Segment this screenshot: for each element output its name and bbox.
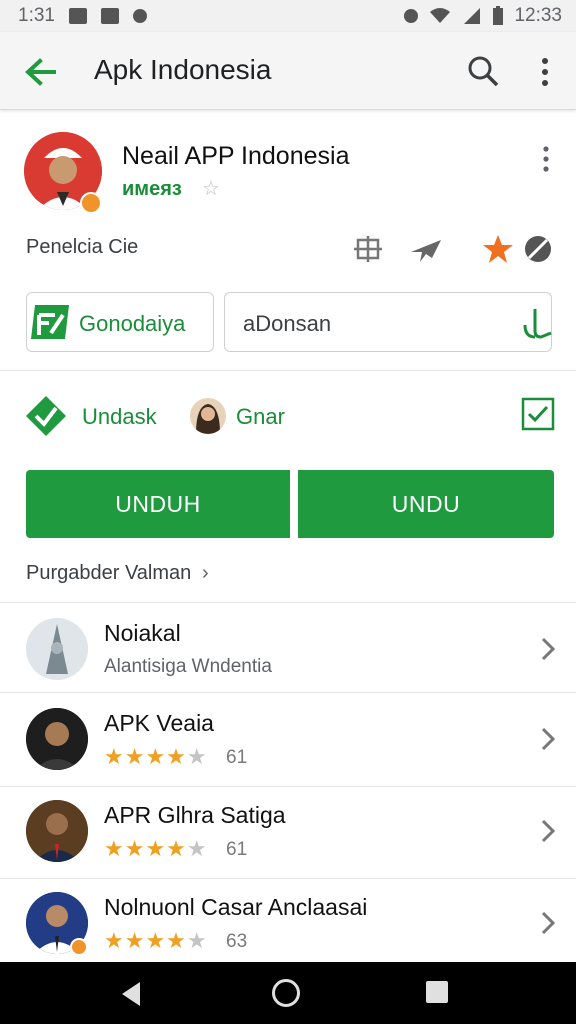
chevron-right-icon[interactable]: [536, 634, 560, 664]
developer-name[interactable]: имеяз: [122, 178, 182, 201]
system-nav-bar: [0, 962, 576, 1024]
status-bar: 1:31 12:33: [0, 0, 576, 32]
user-avatar: [190, 398, 226, 434]
signal-icon: [464, 8, 481, 24]
star-rating: ★★★★★: [104, 744, 208, 769]
star-icon: ☆: [202, 178, 220, 200]
category-label: Penelcia Cie: [26, 236, 139, 258]
action-row: Undask Gnar: [0, 392, 576, 442]
search-icon[interactable]: [466, 54, 500, 88]
action-label-gnar[interactable]: Gnar: [236, 404, 285, 430]
list-title: APK Veaia: [104, 710, 214, 736]
badge-icon: [80, 192, 102, 214]
status-time-left: 1:31: [18, 5, 55, 26]
rating-count: 63: [226, 931, 248, 952]
star-icon[interactable]: [480, 232, 516, 266]
app-name: Neail APP Indonesia: [122, 142, 350, 170]
status-time-right: 12:33: [514, 5, 562, 26]
brand-diamond-icon: [26, 396, 66, 436]
person-avatar: [26, 800, 88, 862]
chevron-right-icon[interactable]: [536, 816, 560, 846]
star-rating: ★★★★★: [104, 928, 208, 953]
app-bar: Apk Indonesia: [0, 32, 576, 110]
install-button-right[interactable]: UNDU: [298, 470, 554, 538]
list-title: APR Glhra Satiga: [104, 802, 286, 828]
list-item[interactable]: Noiakal Alantisiga Wndentia: [0, 604, 576, 696]
section-title: Purgabder Valman: [26, 562, 192, 584]
nav-home-icon[interactable]: [272, 979, 300, 1007]
list-title: Noiakal: [104, 620, 181, 646]
chevron-right-icon[interactable]: [536, 724, 560, 754]
divider: [0, 602, 576, 603]
location-icon: [132, 9, 147, 23]
chip-adonsan[interactable]: aDonsan: [224, 292, 552, 352]
status-right: 12:33: [404, 5, 562, 27]
wifi-icon: [430, 8, 451, 23]
family-icon[interactable]: [350, 232, 386, 266]
tower-avatar: [26, 618, 88, 680]
tick-icon: [523, 309, 552, 339]
nav-recents-icon[interactable]: [426, 981, 448, 1003]
chevron-right-icon[interactable]: ›: [202, 562, 209, 585]
list-subtitle: Alantisiga Wndentia: [104, 656, 272, 677]
battery-icon: [493, 6, 504, 25]
status-left: 1:31: [18, 5, 147, 27]
chip-label: Gonodaiya: [79, 311, 186, 336]
list-item[interactable]: Nolnuonl Casar Anclaasai ★★★★★ 63: [0, 878, 576, 970]
page-title: Apk Indonesia: [94, 54, 272, 85]
more-vert-icon[interactable]: [532, 56, 558, 88]
list-item[interactable]: APK Veaia ★★★★★ 61: [0, 694, 576, 786]
divider: [0, 692, 576, 693]
install-button-group: UNDUH UNDU: [26, 470, 554, 538]
nav-back-icon[interactable]: [118, 980, 144, 1008]
chip-gonodaiya[interactable]: Gonodaiya: [26, 292, 214, 352]
camera-icon: [100, 8, 119, 24]
list-title: Nolnuonl Casar Anclaasai: [104, 894, 368, 920]
brand-logo-icon: [31, 305, 69, 339]
gallery-icon: [68, 8, 87, 24]
app-header: Neail APP Indonesia имеяз ☆: [0, 112, 576, 232]
back-arrow-icon[interactable]: [22, 54, 58, 90]
action-label-undask[interactable]: Undask: [82, 404, 157, 430]
category-row: Penelcia Cie: [0, 232, 576, 266]
list-item[interactable]: APR Glhra Satiga ★★★★★ 61: [0, 786, 576, 878]
star-rating: ★★★★★: [104, 836, 208, 861]
rating-count: 61: [226, 747, 248, 768]
chip-label: aDonsan: [243, 311, 332, 336]
alarm-icon: [404, 9, 419, 23]
leaf-icon[interactable]: [520, 232, 556, 266]
divider: [0, 370, 576, 371]
checkbox-icon[interactable]: [520, 396, 556, 432]
person-avatar: [26, 708, 88, 770]
badge-icon: [70, 938, 88, 956]
install-button-left[interactable]: UNDUH: [26, 470, 290, 538]
rating-count: 61: [226, 839, 248, 860]
plane-icon[interactable]: [408, 232, 444, 266]
button-separator: [290, 470, 298, 538]
more-vert-icon[interactable]: [536, 144, 556, 174]
chevron-right-icon[interactable]: [536, 908, 560, 938]
